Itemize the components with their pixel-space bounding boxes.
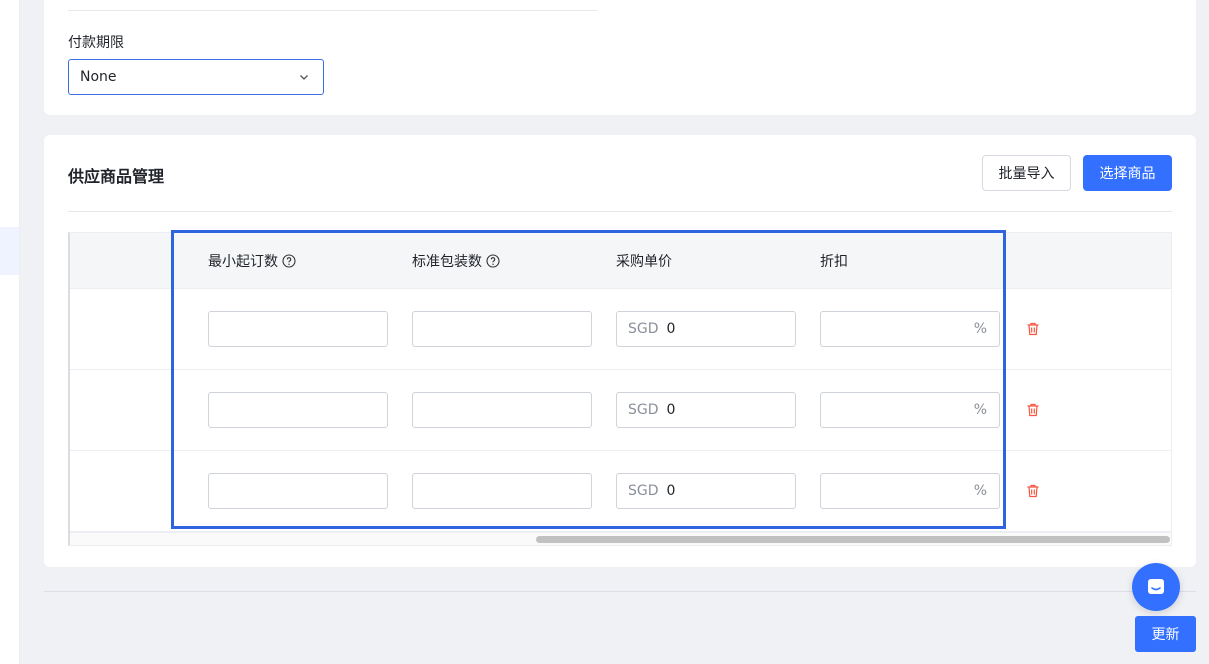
scrollbar-thumb[interactable]: [536, 536, 1170, 543]
unit-price-input[interactable]: SGD 0: [616, 473, 796, 509]
unit-price-value: 0: [666, 402, 676, 418]
payment-term-select[interactable]: None: [68, 59, 324, 95]
currency-prefix: SGD: [628, 321, 659, 337]
table-row: SGD 0 %: [70, 451, 1171, 532]
percent-suffix: %: [973, 402, 987, 418]
trash-icon[interactable]: [1025, 483, 1041, 499]
payment-term-label: 付款期限: [68, 35, 124, 51]
min-order-input[interactable]: [208, 473, 388, 509]
supply-goods-card: 供应商品管理 批量导入 选择商品 最小起订数 标准包装数 采购单价 折扣 SGD…: [44, 135, 1196, 567]
col-header-label: 折扣: [820, 254, 848, 270]
divider: [68, 10, 597, 11]
col-header-std-pack: 标准包装数: [412, 251, 500, 271]
chat-launcher-button[interactable]: [1132, 563, 1180, 611]
unit-price-value: 0: [666, 321, 676, 337]
update-button[interactable]: 更新: [1135, 616, 1196, 652]
table-header: 最小起订数 标准包装数 采购单价 折扣: [70, 233, 1171, 289]
trash-icon[interactable]: [1025, 321, 1041, 337]
help-circle-icon[interactable]: [282, 254, 296, 268]
side-nav-active-item[interactable]: [0, 227, 19, 275]
unit-price-input[interactable]: SGD 0: [616, 392, 796, 428]
section-title: 供应商品管理: [68, 167, 165, 186]
chat-icon: [1148, 579, 1164, 594]
col-header-label: 采购单价: [616, 254, 672, 270]
table-row: SGD 0 %: [70, 370, 1171, 451]
unit-price-value: 0: [666, 483, 676, 499]
percent-suffix: %: [973, 321, 987, 337]
select-goods-button[interactable]: 选择商品: [1083, 155, 1172, 191]
discount-input[interactable]: %: [820, 311, 1000, 347]
std-pack-input[interactable]: [412, 473, 592, 509]
payment-card: 付款期限 None: [44, 0, 1196, 115]
col-header-discount: 折扣: [820, 251, 848, 271]
side-nav-strip: [0, 0, 20, 664]
currency-prefix: SGD: [628, 402, 659, 418]
discount-input[interactable]: %: [820, 473, 1000, 509]
discount-input[interactable]: %: [820, 392, 1000, 428]
std-pack-input[interactable]: [412, 311, 592, 347]
payment-term-value: None: [80, 69, 117, 85]
min-order-input[interactable]: [208, 311, 388, 347]
chevron-down-icon: [300, 75, 308, 80]
col-header-unit-price: 采购单价: [616, 251, 672, 271]
unit-price-input[interactable]: SGD 0: [616, 311, 796, 347]
footer-divider: [44, 591, 1196, 592]
trash-icon[interactable]: [1025, 402, 1041, 418]
currency-prefix: SGD: [628, 483, 659, 499]
percent-suffix: %: [973, 483, 987, 499]
section-divider: [68, 211, 1172, 212]
col-header-label: 最小起订数: [208, 254, 278, 270]
col-header-label: 标准包装数: [412, 254, 482, 270]
table-row: SGD 0 %: [70, 289, 1171, 370]
bulk-import-button[interactable]: 批量导入: [982, 155, 1071, 191]
goods-table: 最小起订数 标准包装数 采购单价 折扣 SGD 0 % SGD 0 % SGD …: [68, 232, 1172, 546]
min-order-input[interactable]: [208, 392, 388, 428]
help-circle-icon[interactable]: [486, 254, 500, 268]
std-pack-input[interactable]: [412, 392, 592, 428]
col-header-min-order: 最小起订数: [208, 251, 296, 271]
